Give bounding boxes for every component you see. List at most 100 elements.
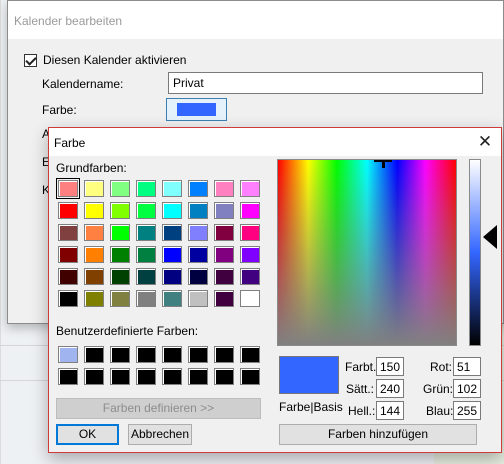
color-swatch[interactable] [58,346,78,363]
red-label: Rot: [430,360,453,374]
hue-input[interactable]: 150 [376,357,404,376]
color-swatch[interactable] [136,180,156,197]
color-swatch[interactable] [214,246,234,263]
color-swatch[interactable] [58,224,78,241]
color-swatch[interactable] [188,346,208,363]
saturation-label: Sätt.: [346,382,375,396]
color-swatch[interactable] [110,224,130,241]
activate-calendar-checkbox[interactable]: Diesen Kalender aktivieren [24,53,186,67]
define-colors-button[interactable]: Farben definieren >> [56,398,261,419]
color-swatch[interactable] [110,290,130,307]
cancel-button[interactable]: Abbrechen [128,424,192,445]
color-swatch[interactable] [136,268,156,285]
color-swatch[interactable] [84,246,104,263]
color-swatch[interactable] [58,202,78,219]
color-swatch[interactable] [214,224,234,241]
color-swatch[interactable] [84,368,104,385]
color-swatch[interactable] [58,290,78,307]
color-swatch[interactable] [110,346,130,363]
color-swatch[interactable] [188,180,208,197]
dialog-title: Farbe [49,128,501,156]
color-swatch[interactable] [214,290,234,307]
color-swatch[interactable] [84,290,104,307]
color-swatch[interactable] [162,180,182,197]
color-swatch[interactable] [188,290,208,307]
color-spectrum[interactable] [277,159,457,346]
preview-label: Farbe|Basis [279,400,343,414]
color-picker-button[interactable] [166,98,227,121]
color-swatch[interactable] [214,368,234,385]
calendar-name-input[interactable]: Privat [168,72,483,94]
dialog-title: Kalender bearbeiten [8,1,503,39]
color-swatch[interactable] [58,368,78,385]
color-swatch[interactable] [240,268,260,285]
color-swatch[interactable] [188,246,208,263]
color-swatch[interactable] [214,268,234,285]
color-swatch[interactable] [84,202,104,219]
red-input[interactable]: 51 [453,357,481,376]
color-swatch[interactable] [136,224,156,241]
color-swatch[interactable] [136,346,156,363]
color-swatch[interactable] [240,180,260,197]
color-swatch[interactable] [84,180,104,197]
color-swatch[interactable] [84,346,104,363]
color-swatch[interactable] [240,346,260,363]
calendar-name-label: Kalendername: [42,77,124,91]
blue-label: Blau: [426,404,454,418]
color-swatch[interactable] [58,268,78,285]
color-swatch[interactable] [240,202,260,219]
color-swatch[interactable] [56,178,80,199]
ok-button[interactable]: OK [56,424,119,445]
selected-color-swatch [177,103,216,116]
color-swatch[interactable] [214,180,234,197]
color-swatch[interactable] [188,368,208,385]
color-swatch[interactable] [214,202,234,219]
hue-label: Farbt.: [345,360,380,374]
color-swatch[interactable] [188,268,208,285]
color-swatch[interactable] [162,246,182,263]
activate-calendar-label: Diesen Kalender aktivieren [43,53,187,67]
color-swatch[interactable] [136,290,156,307]
saturation-input[interactable]: 240 [376,379,404,398]
checkbox-checked-icon[interactable] [24,53,37,67]
color-preview [279,356,339,394]
color-swatch[interactable] [162,290,182,307]
color-label: Farbe: [42,103,77,117]
color-swatch[interactable] [110,180,130,197]
color-swatch[interactable] [162,346,182,363]
color-swatch[interactable] [240,290,260,307]
color-swatch[interactable] [136,368,156,385]
color-swatch[interactable] [136,246,156,263]
color-swatch[interactable] [84,224,104,241]
color-swatch[interactable] [110,246,130,263]
green-input[interactable]: 102 [453,379,481,398]
add-colors-button[interactable]: Farben hinzufügen [279,424,477,445]
luminance-bar[interactable] [469,159,481,346]
luminance-input[interactable]: 144 [376,401,404,420]
color-swatch[interactable] [188,224,208,241]
color-swatch[interactable] [240,246,260,263]
color-dialog: Farbe ✕ Grundfarben: Benutzerdefinierte … [48,127,502,453]
color-swatch[interactable] [162,202,182,219]
custom-colors-label: Benutzerdefinierte Farben: [56,324,199,338]
close-icon[interactable]: ✕ [475,132,495,152]
color-swatch[interactable] [162,268,182,285]
luminance-slider-arrow-icon[interactable] [483,225,497,249]
color-swatch[interactable] [58,246,78,263]
color-swatch[interactable] [240,224,260,241]
color-swatch[interactable] [240,368,260,385]
crosshair-icon [374,160,392,162]
crosshair-icon [382,162,385,168]
blue-input[interactable]: 255 [453,401,481,420]
color-swatch[interactable] [162,368,182,385]
color-swatch[interactable] [162,224,182,241]
color-swatch[interactable] [110,202,130,219]
green-label: Grün: [423,382,454,396]
color-swatch[interactable] [214,346,234,363]
color-swatch[interactable] [136,202,156,219]
luminance-label: Hell.: [348,404,376,418]
color-swatch[interactable] [84,268,104,285]
color-swatch[interactable] [110,368,130,385]
color-swatch[interactable] [188,202,208,219]
color-swatch[interactable] [110,268,130,285]
